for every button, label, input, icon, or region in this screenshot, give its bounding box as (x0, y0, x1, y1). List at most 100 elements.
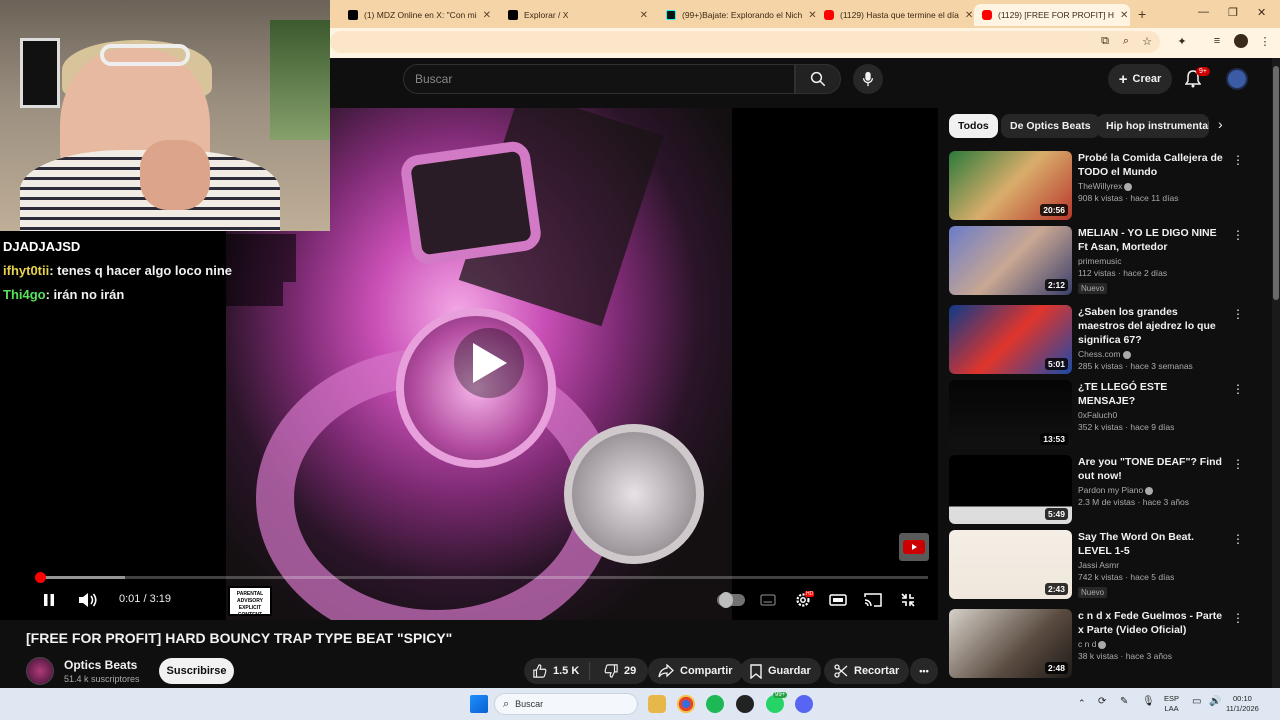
obs-icon[interactable] (736, 695, 754, 713)
close-tab-icon[interactable]: ✕ (483, 10, 491, 21)
autoplay-toggle[interactable] (716, 590, 746, 610)
install-app-icon[interactable]: ⧉ (1098, 34, 1112, 48)
recommendation-card[interactable]: 13:53 ¿TE LLEGÓ ESTE MENSAJE? 0xFaluch0 352… (949, 380, 1249, 450)
close-tab-icon[interactable]: ✕ (808, 10, 816, 21)
browser-tab-3[interactable]: (99+)Bajate: Explorando el Nich ✕ (658, 4, 816, 26)
spotify-icon[interactable] (706, 695, 724, 713)
more-options-icon[interactable]: ⋮ (1232, 611, 1244, 625)
minimize-button[interactable]: — (1198, 6, 1209, 18)
recommendation-title[interactable]: Probé la Comida Callejera de TODO el Mun… (1078, 151, 1226, 179)
chrome-icon[interactable] (677, 695, 695, 713)
close-tab-icon[interactable]: ✕ (1120, 10, 1128, 21)
recommendation-channel[interactable]: Chess.com (1078, 349, 1226, 359)
recommendation-thumbnail[interactable]: 5:49 (949, 455, 1072, 524)
recommendation-channel[interactable]: Jassi Asmr (1078, 560, 1226, 570)
recommendation-thumbnail[interactable]: 2:12 (949, 226, 1072, 295)
bookmark-star-icon[interactable]: ☆ (1140, 34, 1154, 48)
close-tab-icon[interactable]: ✕ (965, 10, 972, 21)
recommendation-channel[interactable]: primemusic (1078, 256, 1226, 266)
recommendation-title[interactable]: MELIAN - YO LE DIGO NINE Ft Asan, Morted… (1078, 226, 1226, 254)
recommendation-title[interactable]: c n d x Fede Guelmos - Parte x Parte (Vi… (1078, 609, 1226, 637)
youtube-watermark-icon[interactable] (899, 533, 929, 561)
pen-icon[interactable]: ✎ (1120, 697, 1128, 707)
clock[interactable]: 00:10 11/1/2026 (1226, 694, 1259, 714)
browser-tab-2[interactable]: Explorar / X ✕ (500, 4, 656, 26)
taskbar-search[interactable]: ⌕ Buscar (494, 693, 638, 715)
chevron-right-icon[interactable]: › (1218, 116, 1223, 132)
pause-button[interactable] (38, 590, 60, 610)
page-scrollbar-thumb[interactable] (1273, 66, 1279, 300)
address-bar[interactable] (330, 31, 1160, 53)
recommendation-thumbnail[interactable]: 13:53 (949, 380, 1072, 449)
recommendation-thumbnail[interactable]: 5:01 (949, 305, 1072, 374)
discord-icon[interactable] (795, 695, 813, 713)
close-window-button[interactable]: ✕ (1257, 6, 1266, 19)
recommendation-title[interactable]: Say The Word On Beat. LEVEL 1-5 (1078, 530, 1226, 558)
profile-avatar[interactable] (1234, 34, 1248, 48)
network-icon[interactable]: ▭ (1192, 697, 1201, 707)
channel-avatar[interactable] (26, 657, 54, 685)
zoom-icon[interactable]: ⌕ (1119, 34, 1133, 48)
more-options-icon[interactable]: ⋮ (1232, 153, 1244, 167)
progress-bar[interactable] (36, 576, 928, 579)
close-tab-icon[interactable]: ✕ (640, 10, 648, 21)
theater-mode-button[interactable] (828, 590, 848, 610)
account-avatar[interactable] (1226, 68, 1248, 90)
chip-de-optics-beats[interactable]: De Optics Beats (1001, 114, 1100, 138)
recommendation-channel[interactable]: Pardon my Piano (1078, 485, 1226, 495)
fullscreen-button[interactable] (898, 590, 918, 610)
browser-tab-5-active[interactable]: (1129) [FREE FOR PROFIT] H ✕ (974, 4, 1130, 26)
recommendation-thumbnail[interactable]: 2:43 (949, 530, 1072, 599)
scrubber-handle[interactable] (35, 572, 46, 583)
more-options-icon[interactable]: ⋮ (1232, 532, 1244, 546)
file-explorer-icon[interactable] (648, 695, 666, 713)
extensions-icon[interactable]: ✦ (1175, 34, 1189, 48)
recommendation-card[interactable]: 2:43 Say The Word On Beat. LEVEL 1-5 Jassi… (949, 530, 1249, 600)
more-actions-button[interactable]: ••• (910, 658, 938, 684)
cast-button[interactable] (863, 590, 883, 610)
settings-button[interactable]: HD (793, 590, 815, 610)
maximize-button[interactable]: ❐ (1228, 6, 1238, 19)
recommendation-title[interactable]: Are you "TONE DEAF"? Find out now! (1078, 455, 1226, 483)
clip-button[interactable]: Recortar (824, 658, 910, 684)
browser-tab-4[interactable]: (1129) Hasta que termine el día ✕ (816, 4, 972, 26)
share-button[interactable]: Compartir (648, 658, 743, 684)
voice-search-button[interactable] (853, 64, 883, 94)
recommendation-thumbnail[interactable]: 2:48 (949, 609, 1072, 678)
sync-icon[interactable]: ⟳ (1098, 697, 1106, 707)
new-tab-button[interactable]: + (1138, 6, 1146, 22)
media-controls-icon[interactable]: ≡ (1210, 34, 1224, 48)
recommendation-channel[interactable]: c n d (1078, 639, 1226, 649)
microphone-tray-icon[interactable]: 🎙 (1142, 697, 1155, 707)
volume-button[interactable] (76, 590, 100, 610)
recommendation-title[interactable]: ¿Saben los grandes maestros del ajedrez … (1078, 305, 1226, 347)
language-indicator[interactable]: ESP LAA (1164, 694, 1179, 714)
more-options-icon[interactable]: ⋮ (1232, 228, 1244, 242)
recommendation-card[interactable]: 2:12 MELIAN - YO LE DIGO NINE Ft Asan, Mo… (949, 226, 1249, 296)
like-button[interactable]: 1.5 K (524, 662, 590, 680)
search-button[interactable] (795, 64, 841, 94)
more-options-icon[interactable]: ⋮ (1232, 307, 1244, 321)
more-options-icon[interactable]: ⋮ (1232, 382, 1244, 396)
recommendation-channel[interactable]: 0xFaluch0 (1078, 410, 1226, 420)
chip-hip-hop-instrumental[interactable]: Hip hop instrumental (1097, 114, 1209, 138)
recommendation-thumbnail[interactable]: 20:56 (949, 151, 1072, 220)
big-play-button[interactable] (454, 328, 524, 398)
chevron-up-icon[interactable]: ⌃ (1078, 698, 1086, 708)
windows-start-icon[interactable] (470, 695, 488, 713)
create-button[interactable]: + Crear (1108, 64, 1172, 94)
recommendation-card[interactable]: 2:48 c n d x Fede Guelmos - Parte x Parte… (949, 609, 1249, 679)
speaker-icon[interactable]: 🔊 (1209, 697, 1221, 707)
chip-todos[interactable]: Todos (949, 114, 998, 138)
channel-name[interactable]: Optics Beats (64, 658, 137, 672)
subscribe-button[interactable]: Suscribirse (159, 658, 234, 684)
subtitles-button[interactable] (758, 590, 778, 610)
save-button[interactable]: Guardar (740, 658, 821, 684)
more-options-icon[interactable]: ⋮ (1232, 457, 1244, 471)
dislike-button[interactable]: 29 (596, 664, 636, 678)
recommendation-card[interactable]: 5:49 Are you "TONE DEAF"? Find out now! Pa… (949, 455, 1249, 525)
recommendation-channel[interactable]: TheWillyrex (1078, 181, 1226, 191)
recommendation-card[interactable]: 5:01 ¿Saben los grandes maestros del ajed… (949, 305, 1249, 375)
browser-menu-icon[interactable]: ⋮ (1258, 34, 1272, 48)
recommendation-title[interactable]: ¿TE LLEGÓ ESTE MENSAJE? (1078, 380, 1226, 408)
